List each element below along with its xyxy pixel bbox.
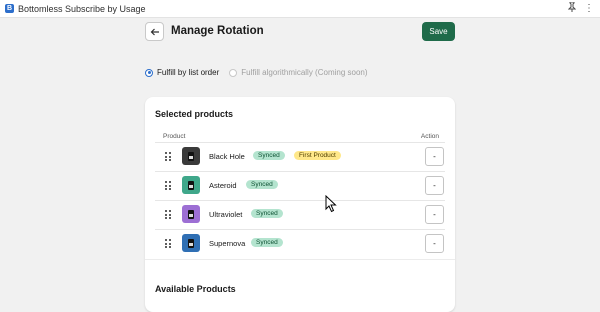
page-title: Manage Rotation — [171, 25, 264, 37]
radio-label: Fulfill algorithmically (Coming soon) — [241, 68, 368, 77]
table-header: Product Action — [155, 130, 445, 142]
column-header-product: Product — [163, 133, 186, 140]
titlebar-actions: ⋮ — [560, 1, 594, 15]
drag-handle-icon[interactable] — [165, 210, 171, 219]
selected-products-table: Product Action Black Hole Synced First P… — [155, 130, 445, 258]
product-name: Ultraviolet — [209, 210, 243, 219]
drag-handle-icon[interactable] — [165, 239, 171, 248]
drag-handle-icon[interactable] — [165, 152, 171, 161]
product-name: Black Hole — [209, 152, 245, 161]
table-row: Supernova Synced - — [155, 229, 445, 258]
remove-product-button[interactable]: - — [425, 234, 444, 253]
product-thumbnail — [182, 147, 200, 165]
remove-product-button[interactable]: - — [425, 176, 444, 195]
mouse-cursor-icon — [325, 195, 337, 213]
back-button[interactable] — [145, 22, 164, 41]
radio-selected-icon[interactable] — [145, 68, 153, 77]
column-header-action: Action — [420, 133, 439, 140]
selected-products-title: Selected products — [155, 109, 234, 119]
save-button[interactable]: Save — [422, 22, 455, 41]
available-products-title: Available Products — [155, 284, 236, 294]
app-logo-icon: B — [5, 4, 14, 13]
status-badge: Synced — [253, 151, 285, 160]
pin-icon[interactable] — [567, 1, 577, 15]
arrow-left-icon — [150, 28, 159, 35]
section-divider — [145, 259, 455, 260]
radio-label: Fulfill by list order — [157, 68, 220, 77]
product-name: Asteroid — [209, 181, 237, 190]
app-titlebar: B Bottomless Subscribe by Usage ⋮ — [0, 0, 600, 18]
products-card: Selected products Product Action Black H… — [145, 97, 455, 312]
product-name: Supernova — [209, 239, 246, 248]
remove-product-button[interactable]: - — [425, 147, 444, 166]
app-title: Bottomless Subscribe by Usage — [18, 3, 146, 14]
product-thumbnail — [182, 234, 200, 252]
product-thumbnail — [182, 176, 200, 194]
radio-fulfill-list-order[interactable]: Fulfill by list order — [145, 68, 219, 77]
table-row: Asteroid Synced - — [155, 171, 445, 200]
remove-product-button[interactable]: - — [425, 205, 444, 224]
page-header: Manage Rotation Save — [145, 22, 455, 42]
status-badge: Synced — [251, 238, 283, 247]
first-product-badge: First Product — [294, 151, 341, 160]
drag-handle-icon[interactable] — [165, 181, 171, 190]
more-icon[interactable]: ⋮ — [584, 3, 594, 14]
fulfillment-options: Fulfill by list order Fulfill algorithmi… — [145, 68, 378, 77]
radio-fulfill-algorithmically[interactable]: Fulfill algorithmically (Coming soon) — [229, 68, 368, 77]
table-row: Ultraviolet Synced - — [155, 200, 445, 229]
radio-unselected-icon[interactable] — [229, 68, 238, 77]
status-badge: Synced — [246, 180, 278, 189]
table-row: Black Hole Synced First Product - — [155, 142, 445, 171]
status-badge: Synced — [251, 209, 283, 218]
product-thumbnail — [182, 205, 200, 223]
